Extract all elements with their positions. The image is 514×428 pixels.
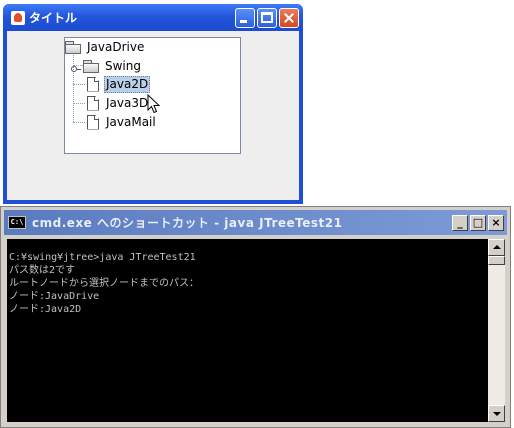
console-output[interactable]: C:¥swing¥jtree>java JTreeTest21 パス数は2ですルー… — [7, 239, 488, 422]
tree-line — [73, 122, 85, 123]
close-button[interactable] — [279, 7, 299, 28]
console-window-title: cmd.exe へのショートカット - java JTreeTest21 — [32, 216, 343, 230]
document-icon — [87, 95, 99, 111]
console-icon: C:\ — [8, 216, 26, 229]
maximize-button[interactable] — [257, 7, 277, 28]
tree-node-javamail[interactable]: JavaMail — [85, 114, 158, 130]
document-icon — [87, 76, 99, 92]
tree-node-label: JavaMail — [106, 114, 156, 129]
console-maximize-button[interactable]: □ — [470, 214, 486, 231]
tree-node-java2d[interactable]: Java2D — [85, 75, 151, 93]
console-minimize-button[interactable]: _ — [452, 214, 468, 231]
console-close-button[interactable]: × — [488, 214, 504, 231]
tree-line — [73, 84, 85, 85]
console-line: ノード:Java2D — [9, 304, 82, 315]
scroll-thumb[interactable] — [488, 256, 505, 265]
console-line: ルートノードから選択ノードまでのパス： — [9, 278, 199, 289]
console-window: C:\ cmd.exe へのショートカット - java JTreeTest21… — [0, 206, 511, 428]
console-line: ノード:JavaDrive — [9, 291, 100, 302]
tree-node-label: Swing — [105, 58, 141, 73]
console-title-bar[interactable]: C:\ cmd.exe へのショートカット - java JTreeTest21… — [4, 210, 507, 235]
tree-node-label: Java3D — [106, 95, 149, 110]
document-icon — [87, 114, 99, 130]
minimize-button[interactable] — [235, 7, 255, 28]
tree-node-root[interactable]: JavaDrive — [65, 39, 146, 55]
tree-node-java3d[interactable]: Java3D — [85, 95, 150, 111]
console-scrollbar[interactable] — [488, 239, 505, 422]
jtree[interactable]: JavaDrive Swing Java2D Java3D JavaMail — [64, 37, 241, 154]
tree-node-swing[interactable]: Swing — [83, 58, 143, 74]
tree-line — [73, 103, 85, 104]
scroll-down-arrow-icon[interactable] — [488, 405, 505, 422]
expand-handle-icon[interactable] — [71, 66, 81, 72]
tree-node-label: JavaDrive — [87, 39, 145, 54]
console-line: パス数は2です — [9, 265, 76, 276]
folder-icon — [65, 41, 81, 54]
swing-title-bar[interactable]: タイトル — [3, 4, 303, 31]
java-app-icon — [11, 10, 25, 25]
swing-window-title: タイトル — [29, 11, 78, 25]
folder-icon — [83, 60, 99, 73]
mouse-pointer-icon — [147, 94, 161, 114]
scroll-up-arrow-icon[interactable] — [488, 239, 505, 256]
tree-node-label-selected: Java2D — [104, 75, 151, 93]
console-line: C:¥swing¥jtree>java JTreeTest21 — [9, 252, 196, 263]
swing-content-pane: JavaDrive Swing Java2D Java3D JavaMail — [7, 31, 299, 200]
swing-window: タイトル JavaDrive Swing Java2D Java3D JavaM… — [3, 4, 303, 204]
